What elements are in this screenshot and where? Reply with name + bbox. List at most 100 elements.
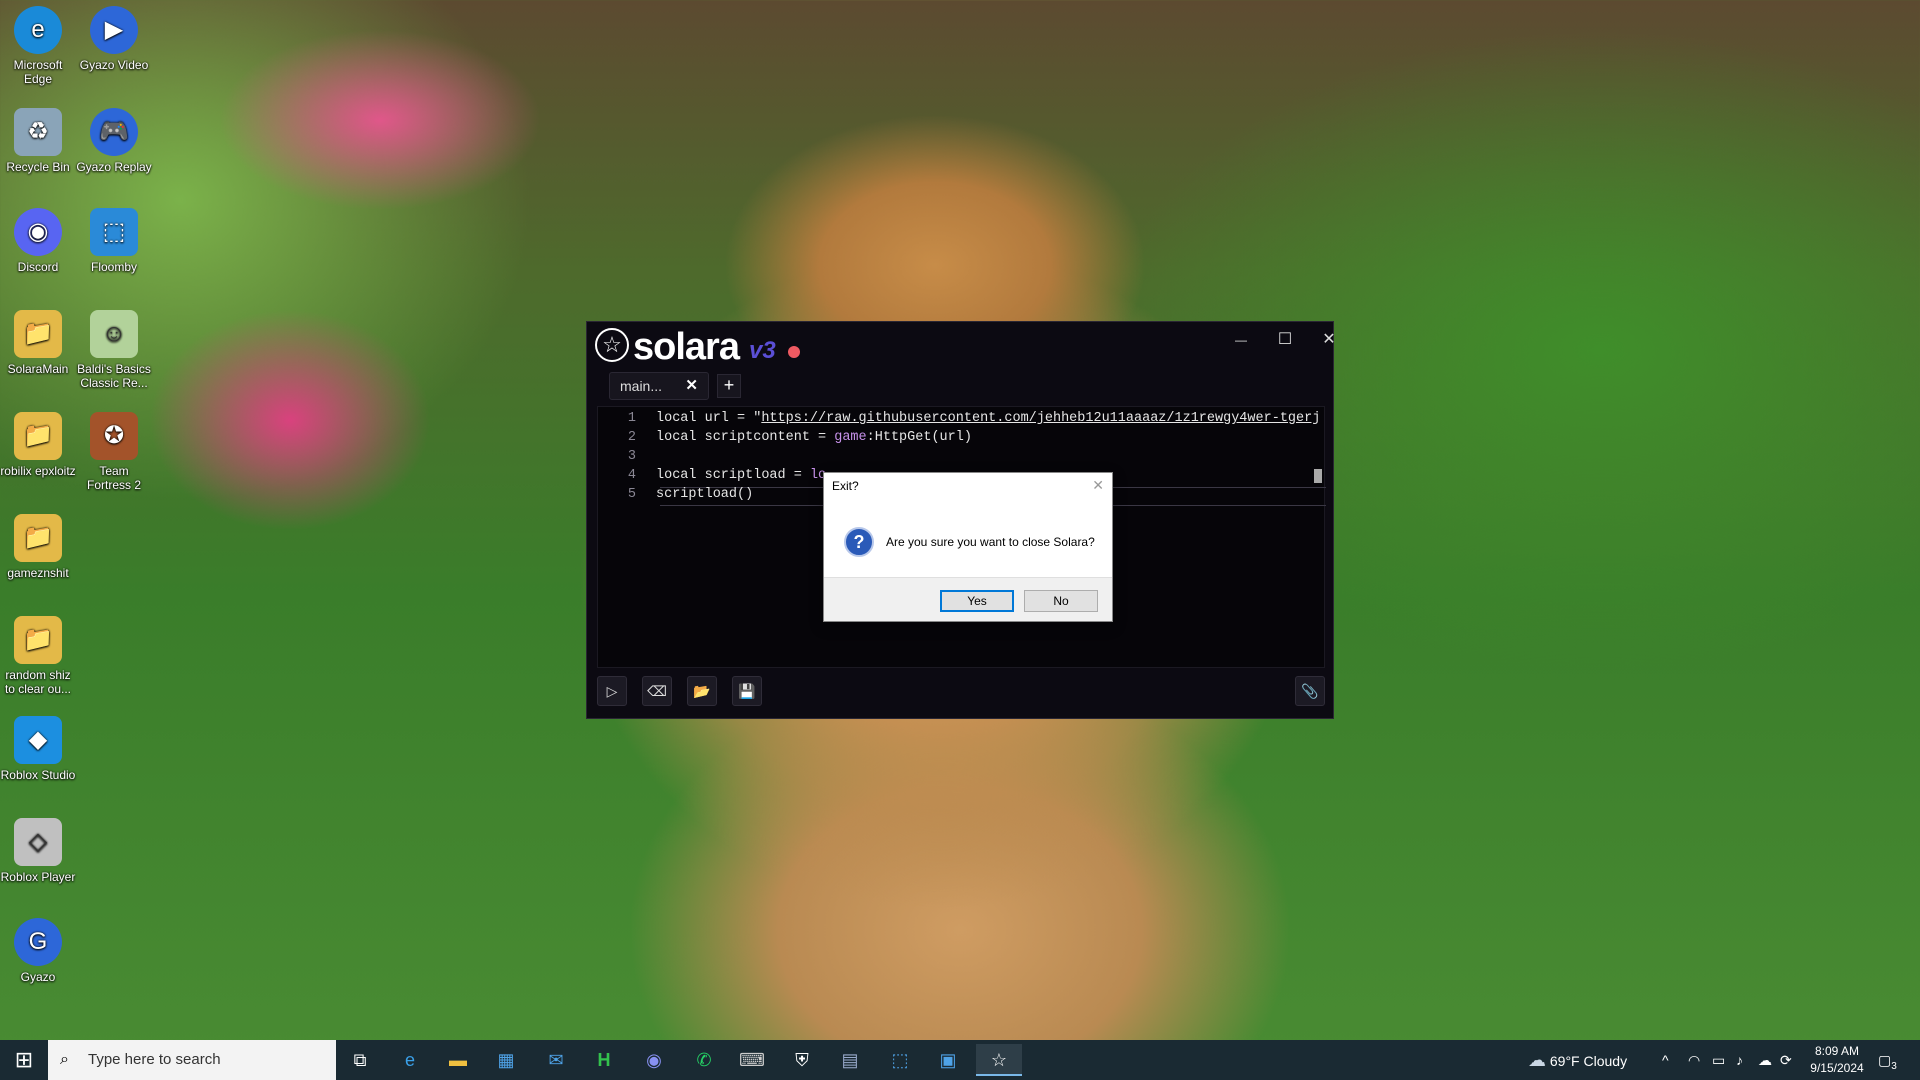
folder-icon: 📁 [14,514,62,562]
line-number: 4 [627,468,636,483]
file-explorer-icon[interactable]: ▬ [438,1044,478,1076]
desktop-icon-random-shiz[interactable]: 📁 random shiz to clear ou... [0,616,76,696]
clock-time: 8:09 AM [1814,1044,1860,1058]
maximize-button[interactable]: ☐ [1267,328,1303,352]
dialog-close-button[interactable]: ✕ [1092,477,1104,494]
line-number: 1 [627,411,636,426]
no-button[interactable]: No [1024,590,1098,612]
tray-chevron-icon[interactable]: ^ [1662,1040,1669,1080]
add-tab-button[interactable]: + [717,374,741,398]
desktop-icon-gyazo[interactable]: G Gyazo [0,918,76,984]
tab-main[interactable]: main... ✕ [609,372,709,400]
open-file-button[interactable]: 📂 [687,676,717,706]
h-app-icon[interactable]: H [584,1044,624,1076]
yes-button[interactable]: Yes [940,590,1014,612]
desktop-icon-label: robilix epxloitz [0,464,76,478]
roblox-studio-icon: ◆ [14,716,62,764]
clock-date: 9/15/2024 [1810,1061,1864,1075]
whatsapp-icon[interactable]: ✆ [684,1044,724,1076]
search-input[interactable]: ⌕ Type here to search [48,1040,336,1080]
baldi-icon: ☺ [90,310,138,358]
search-icon: ⌕ [60,1051,69,1068]
desktop-icon-label: Team Fortress 2 [86,464,141,492]
cloud-icon: ☁ [1528,1050,1546,1070]
app-icon[interactable]: ⌨ [732,1044,772,1076]
weather-widget[interactable]: ☁ 69°F Cloudy [1528,1040,1627,1080]
attach-button[interactable]: 📎 [1295,676,1325,706]
clear-button[interactable]: ⌫ [642,676,672,706]
line-number: 2 [627,430,636,445]
desktop-icon-label: gameznshit [7,566,69,580]
dialog-title: Exit? [832,479,859,493]
app-version: v3 [749,337,776,364]
battery-icon[interactable]: ▭ [1712,1040,1725,1080]
title-bar[interactable]: ☆ solara v3 — ☐ ✕ [587,322,1336,368]
solara-taskbar-icon[interactable]: ☆ [976,1044,1022,1076]
desktop-icon-label: Gyazo Video [79,58,149,72]
desktop-icon-roblox-studio[interactable]: ◆ Roblox Studio [0,716,76,782]
task-view-icon[interactable]: ⧉ [340,1044,380,1076]
close-tab-icon[interactable]: ✕ [685,373,698,399]
discord-icon: ◉ [14,208,62,256]
mail-icon[interactable]: ✉ [536,1044,576,1076]
exit-dialog: Exit? ✕ ? Are you sure you want to close… [823,472,1113,622]
search-placeholder: Type here to search [88,1051,221,1068]
document-icon[interactable]: ▤ [830,1044,870,1076]
network-icon[interactable]: ◠ [1688,1040,1700,1080]
cloud-tray-icon[interactable]: ☁ [1758,1040,1772,1080]
store-icon[interactable]: ▦ [486,1044,526,1076]
desktop-icon-roblox-player[interactable]: ◇ Roblox Player [0,818,76,884]
discord-taskbar-icon[interactable]: ◉ [634,1044,674,1076]
clock[interactable]: 8:09 AM 9/15/2024 [1804,1043,1870,1077]
code-text: :HttpGet(url) [866,430,972,445]
code-line: 3 [598,447,1318,466]
desktop-icon-label: Floomby [90,260,137,274]
desktop-icon-recycle-bin[interactable]: ♻ Recycle Bin [0,108,76,174]
desktop-icon-edge[interactable]: e Microsoft Edge [0,6,76,86]
code-text: local scriptload = [656,468,810,483]
snip-icon[interactable]: ⬚ [880,1044,920,1076]
desktop-icon-baldis-basics[interactable]: ☺ Baldi's Basics Classic Re... [76,310,152,390]
taskbar: ⊞ ⌕ Type here to search ⧉ e ▬ ▦ ✉ H ◉ ✆ ⌨… [0,1040,1920,1080]
tab-label: main... [620,378,663,394]
code-string: https://raw.githubusercontent.com/jehheb… [761,411,1318,426]
desktop-icon-gyazo-video[interactable]: ▶ Gyazo Video [76,6,152,72]
line-number: 3 [627,449,636,464]
status-dot [788,346,800,358]
editor-scrollbar[interactable] [1314,469,1322,483]
recycle-bin-icon: ♻ [14,108,62,156]
team-fortress-icon: ✪ [90,412,138,460]
window-app-icon[interactable]: ▣ [928,1044,968,1076]
question-icon: ? [844,527,874,557]
minimize-button[interactable]: — [1223,328,1259,352]
roblox-player-icon: ◇ [14,818,62,866]
edge-taskbar-icon[interactable]: e [390,1044,430,1076]
code-text: local url = " [656,411,762,426]
code-text: local scriptcontent = [656,430,835,445]
update-icon[interactable]: ⟳ [1780,1040,1792,1080]
desktop-icon-solaramain[interactable]: 📁 SolaraMain [0,310,76,376]
folder-icon: 📁 [14,412,62,460]
desktop-icon-label: SolaraMain [7,362,69,376]
desktop-icon-label: random shiz to clear ou... [4,668,72,696]
desktop-icon-discord[interactable]: ◉ Discord [0,208,76,274]
run-button[interactable]: ▷ [597,676,627,706]
gyazo-replay-icon: 🎮 [90,108,138,156]
windows-start-icon[interactable]: ⊞ [4,1044,44,1076]
security-shield-icon[interactable]: ⛨ [782,1044,822,1076]
desktop-icon-label: Recycle Bin [6,160,70,174]
desktop-icon-floomby[interactable]: ⬚ Floomby [76,208,152,274]
dialog-message: Are you sure you want to close Solara? [886,535,1095,549]
desktop-icon-team-fortress-2[interactable]: ✪ Team Fortress 2 [76,412,152,492]
folder-icon: 📁 [14,616,62,664]
folder-icon: 📁 [14,310,62,358]
desktop-icon-label: Baldi's Basics Classic Re... [77,362,151,390]
close-window-button[interactable]: ✕ [1311,328,1347,352]
desktop-icon-gameznshit[interactable]: 📁 gameznshit [0,514,76,580]
desktop-icon-robilix-epxloitz[interactable]: 📁 robilix epxloitz [0,412,76,478]
notifications-icon[interactable]: ▢3 [1878,1040,1897,1080]
desktop-icon-gyazo-replay[interactable]: 🎮 Gyazo Replay [76,108,152,174]
edge-icon: e [14,6,62,54]
save-file-button[interactable]: 💾 [732,676,762,706]
volume-icon[interactable]: ♪ [1736,1040,1743,1080]
